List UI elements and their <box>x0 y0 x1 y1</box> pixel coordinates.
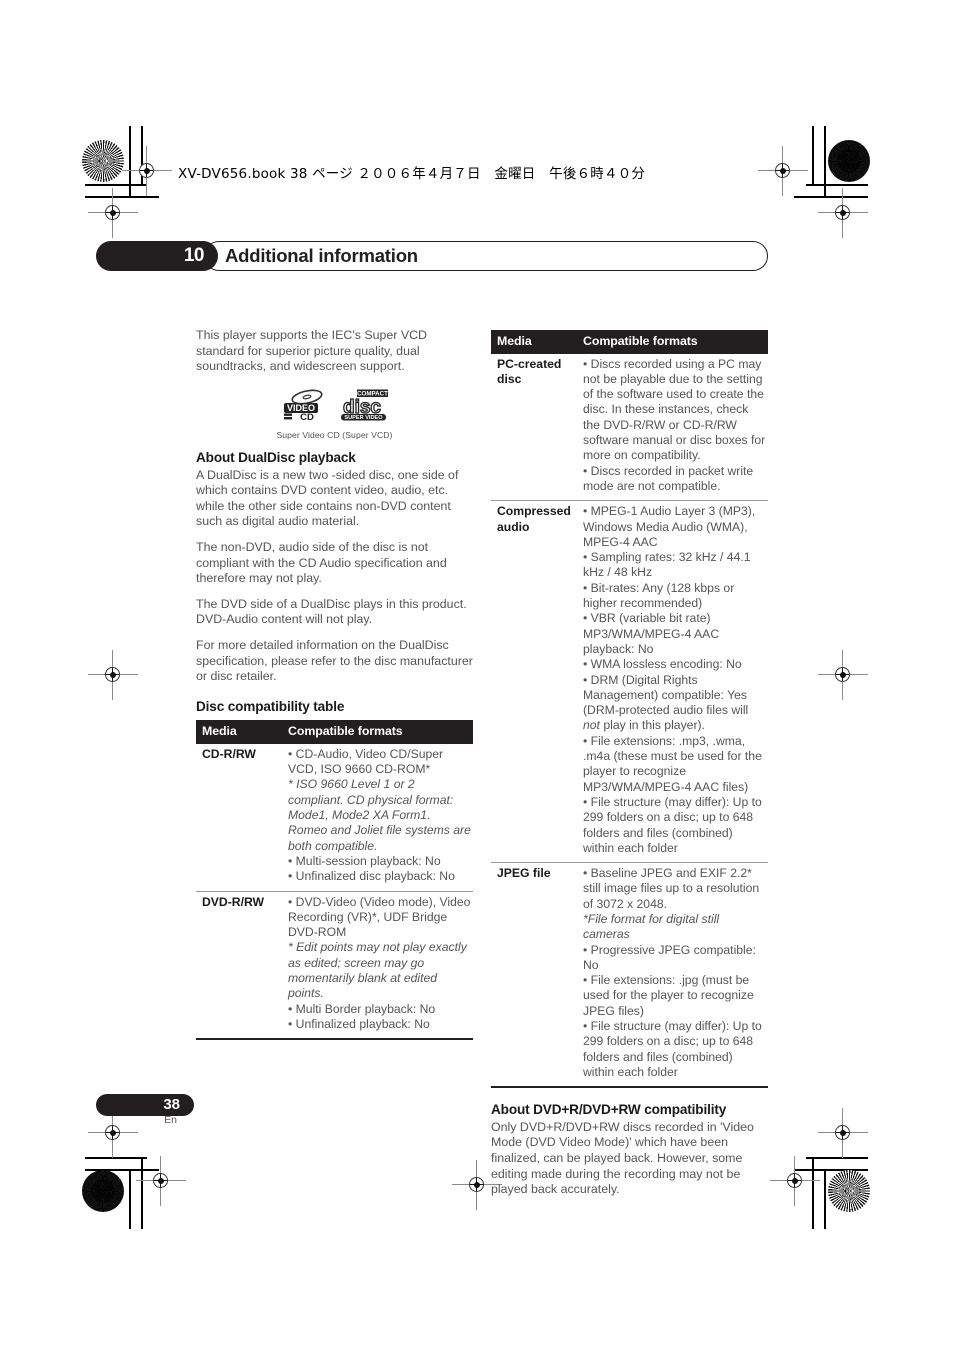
table-row: Compressed audio • MPEG-1 Audio Layer 3 … <box>491 501 768 863</box>
cell-formats: • MPEG-1 Audio Layer 3 (MP3), Windows Me… <box>573 501 768 863</box>
section-heading-dvdplus: About DVD+R/DVD+RW compatibility <box>491 1102 727 1118</box>
format-line: • MPEG-1 Audio Layer 3 (MP3), Windows Me… <box>583 504 756 549</box>
cell-formats: • DVD-Video (Video mode), Video Recordin… <box>278 891 473 1039</box>
chapter-number: 10 <box>96 241 218 271</box>
document-page: XV-DV656.book 38 ページ ２００６年４月７日 金曜日 午後６時４… <box>0 0 954 1351</box>
format-line: • Baseline JPEG and EXIF 2.2* still imag… <box>583 866 760 911</box>
color-rosette <box>82 140 124 182</box>
crop-mark-line <box>794 196 868 198</box>
format-line: • Discs recorded in packet write mode ar… <box>583 463 754 493</box>
crop-mark-line <box>141 1157 143 1229</box>
cell-media: PC-created disc <box>497 356 562 386</box>
disc-compatibility-table-left: Media Compatible formats CD-R/RW • CD-Au… <box>196 720 473 1040</box>
dualdisc-paragraph: The DVD side of a DualDisc plays in this… <box>196 596 467 627</box>
cell-media: DVD-R/RW <box>202 894 265 909</box>
crop-mark-line <box>824 1169 826 1229</box>
column-header-media: Media <box>196 720 278 744</box>
column-header-formats: Compatible formats <box>573 330 768 354</box>
cell-media: JPEG file <box>497 866 551 881</box>
page-title: Additional information <box>204 241 768 271</box>
table-row: JPEG file • Baseline JPEG and EXIF 2.2* … <box>491 863 768 1088</box>
cell-formats: • CD-Audio, Video CD/Super VCD, ISO 9660… <box>278 744 473 891</box>
crop-mark-line <box>812 1157 814 1229</box>
registration-mark <box>818 650 868 700</box>
crop-mark-line <box>85 184 147 186</box>
logo-block: VIDEO CD COMPACT disc SUPER VIDEO Super … <box>196 389 473 444</box>
crop-mark-line <box>824 126 826 196</box>
crop-mark-line <box>806 1157 868 1159</box>
section-heading-dualdisc: About DualDisc playback <box>196 449 356 465</box>
format-line-drm: • DRM (Digital Rights Management) compat… <box>583 672 749 733</box>
registration-mark <box>452 1160 502 1210</box>
crop-mark-line <box>85 196 159 198</box>
dvdplus-paragraph: Only DVD+R/DVD+RW discs recorded in 'Vid… <box>491 1119 754 1197</box>
dualdisc-paragraph: The non-DVD, audio side of the disc is n… <box>196 539 447 586</box>
page-number-badge: 38 <box>96 1094 194 1116</box>
format-line: • Sampling rates: 32 kHz / 44.1 kHz / 48… <box>583 550 751 580</box>
crop-mark-line <box>85 1157 147 1159</box>
format-line: • File structure (may differ): Up to 299… <box>583 1019 762 1079</box>
format-line: • Discs recorded using a PC may not be p… <box>583 356 766 463</box>
format-line: • File structure (may differ): Up to 299… <box>583 794 762 855</box>
dualdisc-paragraph: For more detailed information on the Dua… <box>196 637 473 684</box>
format-line: • Bit-rates: Any (128 kbps or higher rec… <box>583 580 735 611</box>
crop-mark-line <box>129 1169 131 1229</box>
book-header-line: XV-DV656.book 38 ページ ２００６年４月７日 金曜日 午後６時４… <box>178 166 646 182</box>
crop-mark-line <box>806 184 868 186</box>
compact-disc-super-video-logo-icon: COMPACT disc SUPER VIDEO <box>340 389 388 421</box>
right-column: Media Compatible formats PC-created disc… <box>491 330 768 1208</box>
format-line: • Multi Border playback: No <box>288 1001 436 1016</box>
color-rosette <box>828 1170 870 1212</box>
format-line: • DVD-Video (Video mode), Video Recordin… <box>288 894 471 940</box>
format-line: • WMA lossless encoding: No <box>583 657 742 672</box>
format-line: • Multi-session playback: No <box>288 853 441 868</box>
registration-mark <box>88 188 138 238</box>
registration-mark <box>818 1108 868 1158</box>
cell-media: CD-R/RW <box>202 746 256 761</box>
table-row: DVD-R/RW • DVD-Video (Video mode), Video… <box>196 891 473 1040</box>
disc-compatibility-table-right: Media Compatible formats PC-created disc… <box>491 330 768 1088</box>
chapter-banner: 10 Additional information <box>96 241 768 271</box>
section-heading-disc-compatibility: Disc compatibility table <box>196 698 345 714</box>
cell-formats: • Discs recorded using a PC may not be p… <box>573 354 768 501</box>
format-line: • CD-Audio, Video CD/Super VCD, ISO 9660… <box>288 746 444 777</box>
format-line-italic: * ISO 9660 Level 1 or 2 compliant. CD ph… <box>288 777 471 853</box>
registration-mark <box>818 188 868 238</box>
table-header-row: Media Compatible formats <box>491 330 768 354</box>
registration-mark <box>88 650 138 700</box>
format-line: • VBR (variable bit rate) MP3/WMA/MPEG-4… <box>583 611 720 656</box>
format-line: • File extensions: .jpg (must be used fo… <box>583 973 754 1018</box>
format-line-italic: * Edit points may not play exactly as ed… <box>288 940 467 1001</box>
format-line: • File extensions: .mp3, .wma, .m4a (the… <box>583 733 762 794</box>
cell-media: Compressed audio <box>497 504 571 534</box>
super-video-label: SUPER VIDEO <box>344 415 383 421</box>
cell-formats: • Baseline JPEG and EXIF 2.2* still imag… <box>573 863 768 1088</box>
left-column: This player supports the IEC's Super VCD… <box>196 328 473 1040</box>
column-header-media: Media <box>491 330 573 354</box>
registration-mark <box>122 146 172 196</box>
table-row: PC-created disc • Discs recorded using a… <box>491 354 768 501</box>
column-header-formats: Compatible formats <box>278 720 473 744</box>
crop-mark-line <box>129 126 131 196</box>
table-row: CD-R/RW • CD-Audio, Video CD/Super VCD, … <box>196 744 473 892</box>
registration-mark <box>136 1156 186 1206</box>
format-line: • Unfinalized disc playback: No <box>288 869 455 884</box>
video-cd-logo-bottom-text: CD <box>300 412 314 421</box>
crop-mark-line <box>812 126 814 184</box>
dualdisc-paragraph: A DualDisc is a new two -sided disc, one… <box>196 467 459 529</box>
logo-caption: Super Video CD (Super VCD) <box>276 430 393 441</box>
registration-mark <box>758 146 808 196</box>
format-line-italic: *File format for digital still cameras <box>583 911 720 942</box>
color-rosette <box>828 140 870 182</box>
format-line: • Progressive JPEG compatible: No <box>583 942 756 972</box>
color-rosette <box>82 1170 124 1212</box>
intro-paragraph: This player supports the IEC's Super VCD… <box>196 328 427 374</box>
registration-mark <box>770 1156 820 1206</box>
table-header-row: Media Compatible formats <box>196 720 473 744</box>
format-line: • Unfinalized playback: No <box>288 1016 430 1031</box>
video-cd-logo-icon: VIDEO CD <box>283 389 323 421</box>
